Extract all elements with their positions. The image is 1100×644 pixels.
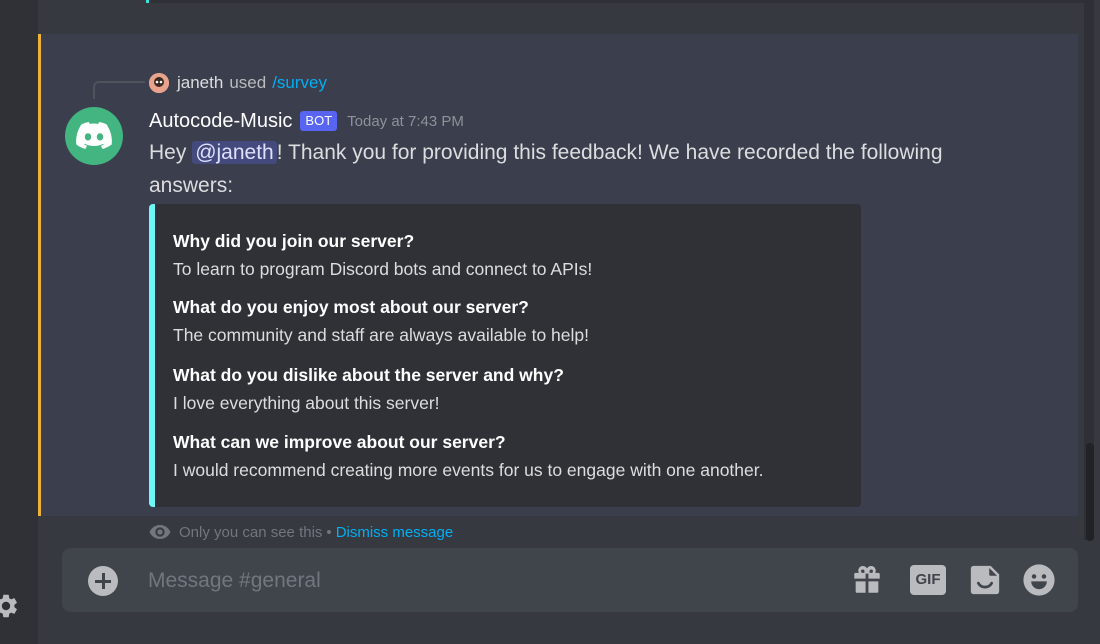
message-content: Hey @janeth! Thank you for providing thi… <box>149 136 1029 202</box>
ephemeral-notice-text: Only you can see this <box>179 523 323 541</box>
embed-field-name: Why did you join our server? <box>173 231 415 251</box>
embed-field-name: What do you dislike about the server and… <box>173 365 564 385</box>
reply-command[interactable]: /survey <box>272 73 327 93</box>
gear-icon[interactable] <box>0 592 20 620</box>
dismiss-message-link[interactable]: Dismiss message <box>336 524 454 541</box>
embed-field: Why did you join our server? To learn to… <box>173 230 592 280</box>
embed-field-name: What do you enjoy most about our server? <box>173 297 529 317</box>
emoji-icon[interactable] <box>1022 563 1056 597</box>
ephemeral-message: janeth used /survey Autocode-Music BOT T… <box>38 34 1078 541</box>
scrollbar-thumb[interactable] <box>1086 443 1094 541</box>
reply-used-text: used <box>229 73 267 92</box>
embed-field-value: To learn to program Discord bots and con… <box>173 259 593 279</box>
message-input[interactable] <box>146 562 830 600</box>
ephemeral-notice: Only you can see this • Dismiss message <box>149 522 453 542</box>
reply-username[interactable]: janeth <box>177 73 223 93</box>
author-name[interactable]: Autocode-Music <box>149 110 292 133</box>
reply-connector <box>93 81 145 99</box>
ephemeral-separator: • <box>326 523 332 541</box>
left-rail <box>0 0 38 644</box>
embed-field: What do you dislike about the server and… <box>173 364 564 414</box>
eye-icon <box>149 525 171 539</box>
discord-logo-icon <box>76 122 112 149</box>
embed-field-name: What can we improve about our server? <box>173 432 506 452</box>
user-avatar-icon <box>149 73 169 93</box>
message-text-start: Hey <box>149 141 193 164</box>
message-composer: GIF <box>62 548 1078 612</box>
embed-field-value: I love everything about this server! <box>173 393 440 413</box>
sticker-icon[interactable] <box>968 563 1002 597</box>
reply-avatar[interactable] <box>149 73 169 93</box>
user-mention[interactable]: @janeth <box>192 141 277 164</box>
embed-field-value: The community and staff are always avail… <box>173 325 590 345</box>
gif-icon[interactable]: GIF <box>910 565 946 595</box>
bot-tag: BOT <box>300 111 338 131</box>
embed-field-value: I would recommend creating more events f… <box>173 460 764 480</box>
embed-field: What do you enjoy most about our server?… <box>173 296 589 346</box>
plus-circle-icon[interactable] <box>88 566 118 596</box>
survey-embed: Why did you join our server? To learn to… <box>149 204 861 507</box>
message-timestamp[interactable]: Today at 7:43 PM <box>347 113 464 130</box>
message-header: Autocode-Music BOT Today at 7:43 PM <box>149 107 464 135</box>
gift-icon[interactable] <box>850 563 884 597</box>
embed-field: What can we improve about our server? I … <box>173 431 763 481</box>
bot-avatar[interactable] <box>65 107 123 165</box>
previous-embed-edge <box>146 0 1089 3</box>
command-reply-context[interactable]: janeth used /survey <box>149 72 327 94</box>
